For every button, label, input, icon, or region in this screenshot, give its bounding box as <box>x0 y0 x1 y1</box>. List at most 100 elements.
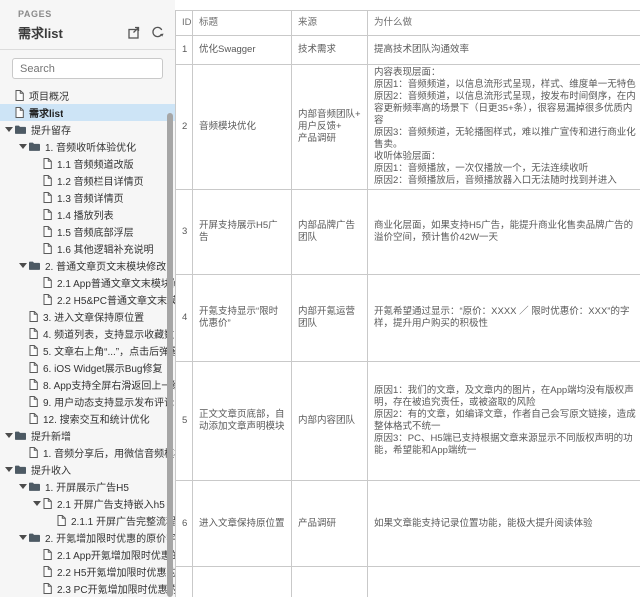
refresh-icon[interactable] <box>150 25 165 40</box>
cell-why: 开氪希望通过显示：“原价：XXXX ／ 限时优惠价：XXX”的字样，提升用户购买… <box>368 275 640 362</box>
tree-item[interactable]: 4. 频道列表，支持显示收藏数 <box>0 325 175 342</box>
cell-id: 5 <box>176 362 193 481</box>
tree-item[interactable]: 1.5 音频底部浮层 <box>0 223 175 240</box>
folder-icon <box>15 431 26 440</box>
tree-item[interactable]: 项目概况 <box>0 87 175 104</box>
tree-item[interactable]: 1.3 音频详情页 <box>0 189 175 206</box>
tree-item-label: 1.6 其他逻辑补充说明 <box>57 241 154 256</box>
tree-item[interactable]: 2.3 PC开氪增加限时优惠的 <box>0 580 175 597</box>
folder-icon <box>15 465 26 474</box>
column-header-source: 来源 <box>292 11 368 36</box>
tree-item-label: 2.3 PC开氪增加限时优惠的 <box>57 581 175 596</box>
tree-item[interactable]: 提升收入 <box>0 461 175 478</box>
tree-item[interactable]: 5. 文章右上角“...”，点击后弹窗 <box>0 342 175 359</box>
tree-item-label: 1. 音频收听体验优化 <box>45 139 136 154</box>
tree-item[interactable]: 2.1 开屏广告支持嵌入h5 <box>0 495 175 512</box>
cell-title: 开氪支持显示“限时优惠价” <box>193 275 292 362</box>
tree-item[interactable]: 1. 音频收听体验优化 <box>0 138 175 155</box>
table-header-row: ID 标题 来源 为什么做 <box>176 11 640 36</box>
tree-item[interactable]: 1.6 其他逻辑补充说明 <box>0 240 175 257</box>
expand-arrow-icon[interactable] <box>19 144 27 149</box>
tree-item-label: 2. 普通文章页文末模块修改 <box>45 258 166 273</box>
tree-item[interactable]: 2.1 App开氪增加限时优惠的 <box>0 546 175 563</box>
export-icon[interactable] <box>126 25 141 40</box>
tree-item-label: 1.4 播放列表 <box>57 207 114 222</box>
tree-item[interactable]: 12. 搜索交互和统计优化 <box>0 410 175 427</box>
tree-item[interactable]: 1. 开屏展示广告H5 <box>0 478 175 495</box>
document-icon <box>43 209 52 220</box>
expand-arrow-icon[interactable] <box>33 501 41 506</box>
document-icon <box>43 566 52 577</box>
tree-item[interactable]: 9. 用户动态支持显示发布评论 <box>0 393 175 410</box>
tree-item-label: 2.2 H5&PC普通文章文末模 <box>57 292 175 307</box>
tree-item[interactable]: 1. 音频分享后，用微信音频模板 <box>0 444 175 461</box>
cell-source: 技术需求 <box>292 36 368 65</box>
tree-item[interactable]: 1.1 音频频道改版 <box>0 155 175 172</box>
cell-title: 进入文章保持原位置 <box>193 481 292 567</box>
tree-item-label: 6. iOS Widget展示Bug修复 <box>43 360 162 375</box>
document-icon <box>29 379 38 390</box>
tree-item[interactable]: 1.2 音频栏目详情页 <box>0 172 175 189</box>
tree-item[interactable]: 提升留存 <box>0 121 175 138</box>
tree-item[interactable]: 1.4 播放列表 <box>0 206 175 223</box>
expand-arrow-icon[interactable] <box>5 127 13 132</box>
folder-icon <box>29 261 40 270</box>
document-icon <box>57 515 66 526</box>
expand-arrow-icon[interactable] <box>19 535 27 540</box>
sidebar-scrollbar-thumb[interactable] <box>167 113 173 597</box>
tree-item[interactable]: 2.1 App普通文章文末模块修 <box>0 274 175 291</box>
document-icon <box>43 226 52 237</box>
tree-item[interactable]: 6. iOS Widget展示Bug修复 <box>0 359 175 376</box>
tree-item-label: 提升收入 <box>31 462 71 477</box>
document-icon <box>29 447 38 458</box>
cell-id: 1 <box>176 36 193 65</box>
document-icon <box>15 90 24 101</box>
tree-item[interactable]: 2.1.1 开屏广告完整流程 <box>0 512 175 529</box>
tree-item-label: 3. 进入文章保持原位置 <box>43 309 144 324</box>
cell-source: 产品调研 <box>292 481 368 567</box>
cell-source: 内部内容团队 <box>292 362 368 481</box>
cell-why: 如果文章能支持记录位置功能，能极大提升阅读体验 <box>368 481 640 567</box>
tree-item[interactable]: 需求list <box>0 104 175 121</box>
expand-arrow-icon[interactable] <box>19 484 27 489</box>
cell-id: 2 <box>176 65 193 190</box>
folder-icon <box>29 142 40 151</box>
document-icon <box>43 192 52 203</box>
cell-source: 内部音频团队+ 用户反馈+ 产品调研 <box>292 65 368 190</box>
cell-id <box>176 567 193 597</box>
document-icon <box>43 294 52 305</box>
tree-item[interactable]: 2. 普通文章页文末模块修改 <box>0 257 175 274</box>
document-icon <box>29 345 38 356</box>
page-tree: 项目概况需求list提升留存1. 音频收听体验优化 1.1 音频频道改版 1.2 音… <box>0 85 175 597</box>
sidebar: PAGES 需求list 项目概况需求list提升留存1. 音频收听体验优化 1.… <box>0 0 175 597</box>
tree-item-label: 8. App支持全屏右滑返回上一级 <box>43 377 175 392</box>
tree-item-label: 需求list <box>29 105 63 120</box>
cell-title: 优化Swagger <box>193 36 292 65</box>
sidebar-header: PAGES 需求list <box>0 0 175 50</box>
tree-item-label: 1.2 音频栏目详情页 <box>57 173 144 188</box>
document-icon <box>43 549 52 560</box>
tree-item[interactable]: 3. 进入文章保持原位置 <box>0 308 175 325</box>
document-icon <box>29 311 38 322</box>
table-row: 2音频模块优化内部音频团队+ 用户反馈+ 产品调研内容表现层面： 原因1：音频频… <box>176 65 640 190</box>
column-header-title: 标题 <box>193 11 292 36</box>
tree-item[interactable]: 提升新增 <box>0 427 175 444</box>
cell-title: 开屏支持展示H5广告 <box>193 190 292 275</box>
cell-id: 6 <box>176 481 193 567</box>
cell-id: 3 <box>176 190 193 275</box>
tree-item-label: 1. 音频分享后，用微信音频模板 <box>43 445 175 460</box>
expand-arrow-icon[interactable] <box>5 467 13 472</box>
tree-item[interactable]: 2.2 H5开氪增加限时优惠的 <box>0 563 175 580</box>
search-input[interactable] <box>12 58 163 79</box>
tree-item-label: 1.1 音频频道改版 <box>57 156 134 171</box>
tree-item-label: 1.3 音频详情页 <box>57 190 124 205</box>
tree-item[interactable]: 2. 开氪增加限时优惠的原价字样 <box>0 529 175 546</box>
sidebar-scrollbar[interactable] <box>167 0 173 597</box>
pages-label: PAGES <box>18 9 165 19</box>
document-icon <box>43 583 52 594</box>
cell-why: 内容表现层面： 原因1：音频频道，以信息流形式呈现，样式、维度单一无特色 原因2… <box>368 65 640 190</box>
tree-item[interactable]: 2.2 H5&PC普通文章文末模 <box>0 291 175 308</box>
expand-arrow-icon[interactable] <box>5 433 13 438</box>
expand-arrow-icon[interactable] <box>19 263 27 268</box>
tree-item[interactable]: 8. App支持全屏右滑返回上一级 <box>0 376 175 393</box>
